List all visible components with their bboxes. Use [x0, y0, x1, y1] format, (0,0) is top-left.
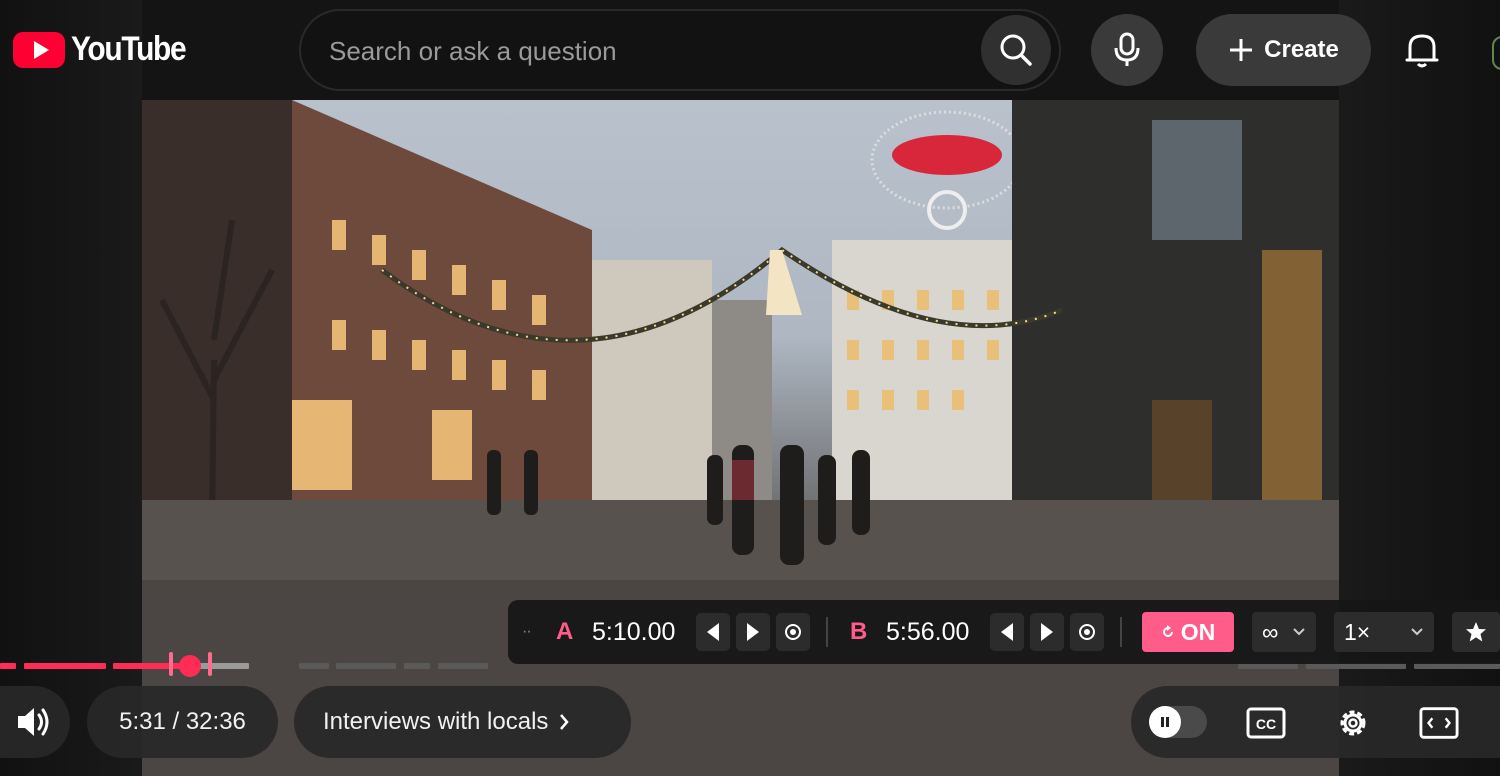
chevron-down-icon — [1293, 628, 1305, 636]
microphone-icon — [1114, 32, 1140, 66]
captions-button[interactable]: CC — [1246, 704, 1286, 742]
bell-icon — [1405, 34, 1439, 68]
loop-icon — [1162, 625, 1173, 637]
speed-value: 1× — [1344, 618, 1371, 645]
ab-loop-panel: ·· A 5:10.00 B 5:56.00 ON ∞ 1× — [508, 600, 1500, 664]
plus-icon — [1230, 39, 1253, 61]
miniplayer-button[interactable] — [1419, 704, 1459, 742]
voice-search-button[interactable] — [1091, 14, 1163, 86]
youtube-logo[interactable]: YouTube — [13, 30, 201, 69]
youtube-play-logo-icon — [13, 31, 65, 68]
autoplay-knob — [1149, 706, 1181, 738]
progress-chapter-segment — [404, 663, 430, 669]
loop-a-step-back-button[interactable] — [696, 613, 730, 651]
loop-start-marker[interactable] — [169, 652, 173, 676]
triangle-right-icon — [747, 623, 759, 641]
video-frame[interactable] — [142, 100, 1339, 776]
divider — [1120, 617, 1122, 647]
progress-chapter-segment — [336, 663, 396, 669]
repeat-count-dropdown[interactable]: ∞ — [1252, 612, 1316, 652]
loop-b-step-back-button[interactable] — [990, 613, 1024, 651]
volume-icon — [18, 708, 49, 736]
chapter-button[interactable]: Interviews with locals — [294, 686, 631, 758]
progress-played-segment — [24, 663, 106, 669]
search-icon — [1000, 34, 1032, 66]
player-right-controls: CC — [1131, 686, 1500, 758]
drag-handle[interactable]: ·· — [522, 623, 548, 641]
theater-mode-icon — [1419, 707, 1459, 739]
progress-played-segment — [0, 663, 16, 669]
avatar[interactable] — [1492, 36, 1500, 70]
speed-dropdown[interactable]: 1× — [1334, 612, 1434, 652]
divider — [826, 617, 828, 647]
star-icon — [1466, 622, 1486, 642]
chapter-title: Interviews with locals — [323, 708, 549, 735]
loop-b-set-current-button[interactable] — [1070, 613, 1104, 651]
logo-text: YouTube — [71, 30, 187, 68]
masthead: YouTube Create — [0, 0, 1500, 100]
notifications-button[interactable] — [1386, 14, 1458, 86]
time-display: 5:31 / 32:36 — [87, 686, 278, 758]
triangle-left-icon — [1001, 623, 1013, 641]
loop-a-label: A — [556, 618, 574, 645]
favorite-loop-button[interactable] — [1452, 612, 1500, 652]
svg-text:CC: CC — [1256, 716, 1276, 732]
progress-chapter-segment — [299, 663, 329, 669]
progress-scrubber-handle[interactable] — [179, 655, 201, 677]
loop-b-label: B — [850, 618, 868, 645]
gear-icon — [1340, 710, 1366, 736]
left-backdrop — [0, 0, 142, 776]
target-icon — [785, 624, 801, 640]
repeat-count-value: ∞ — [1262, 618, 1279, 645]
pause-icon — [1161, 717, 1169, 727]
loop-a-time[interactable]: 5:10.00 — [592, 618, 696, 647]
target-icon — [1079, 624, 1095, 640]
loop-toggle-label: ON — [1180, 618, 1216, 645]
mute-button[interactable] — [0, 686, 70, 758]
loop-b-time[interactable]: 5:56.00 — [886, 618, 990, 647]
loop-a-set-current-button[interactable] — [776, 613, 810, 651]
loop-b-step-forward-button[interactable] — [1030, 613, 1064, 651]
create-label: Create — [1264, 36, 1339, 63]
progress-chapter-segment — [438, 663, 488, 669]
autoplay-toggle[interactable] — [1149, 706, 1207, 738]
chevron-right-icon — [560, 714, 570, 730]
search-button[interactable] — [981, 15, 1051, 85]
triangle-right-icon — [1041, 623, 1053, 641]
loop-a-step-forward-button[interactable] — [736, 613, 770, 651]
triangle-left-icon — [707, 623, 719, 641]
settings-button[interactable] — [1333, 704, 1373, 742]
time-text: 5:31 / 32:36 — [119, 708, 246, 735]
chevron-down-icon — [1411, 628, 1423, 636]
loop-end-marker[interactable] — [208, 652, 212, 676]
create-button[interactable]: Create — [1196, 14, 1371, 86]
search-input[interactable] — [327, 30, 971, 72]
closed-captions-icon: CC — [1246, 707, 1286, 739]
loop-toggle-button[interactable]: ON — [1142, 612, 1234, 652]
search-bar — [299, 9, 1061, 91]
video-scene — [142, 100, 1339, 776]
